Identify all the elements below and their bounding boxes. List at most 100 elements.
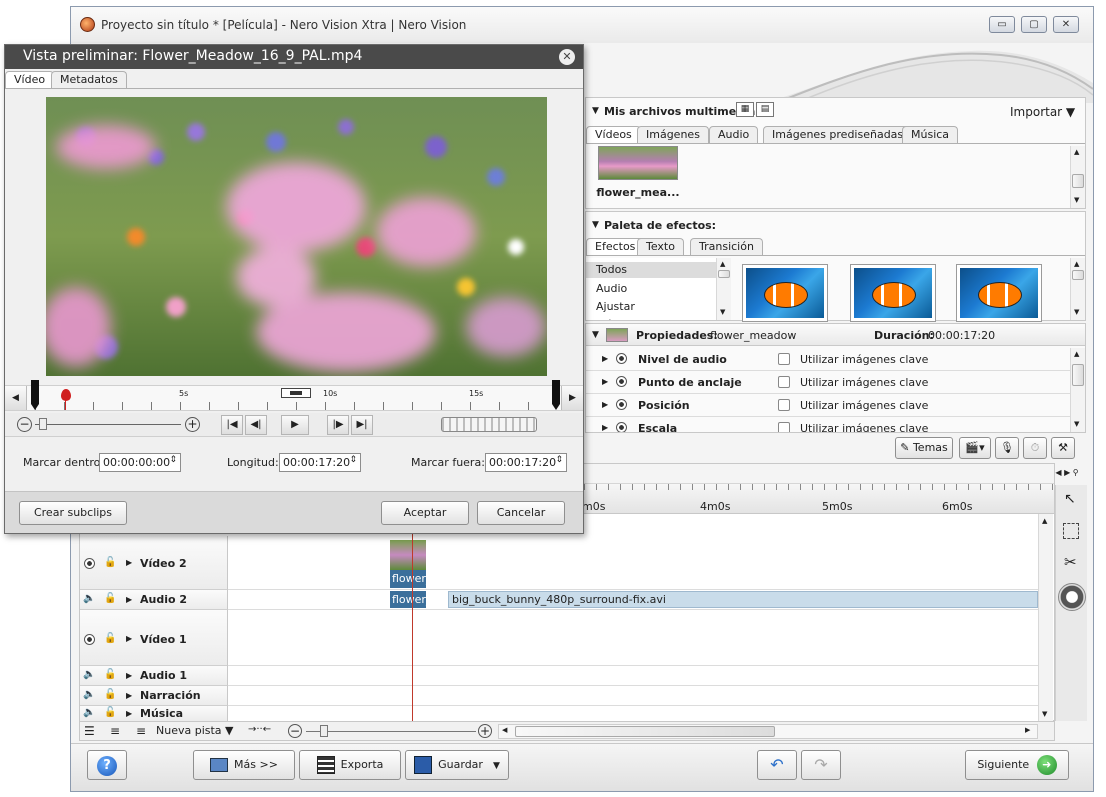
scrubber-bar[interactable]: ◀ ▶ 5s 10s 15s [5, 380, 583, 411]
jog-shuttle[interactable] [441, 417, 537, 432]
tab-videos[interactable]: Vídeos [586, 126, 641, 143]
scroll-thumb[interactable] [718, 270, 730, 278]
next-button[interactable]: Siguiente ➜ [965, 750, 1069, 780]
lock-icon[interactable]: 🔓 [104, 707, 116, 718]
ripple-tool-icon[interactable] [1058, 583, 1086, 611]
close-button[interactable]: ✕ [1053, 16, 1079, 33]
tab-effects[interactable]: Efectos [586, 238, 645, 255]
close-icon[interactable]: ✕ [559, 49, 575, 65]
zoom-out-icon[interactable]: − [288, 724, 302, 738]
media-scrollbar[interactable]: ▲ ▼ [1070, 146, 1085, 208]
play-button[interactable]: ▶ [281, 415, 309, 435]
more-button[interactable]: Más >> [193, 750, 295, 780]
property-row[interactable]: ▶ Escala Utilizar imágenes clave [586, 417, 1070, 432]
lock-icon[interactable]: 🔓 [104, 593, 116, 604]
tab-images[interactable]: Imágenes [637, 126, 709, 143]
video-clip-thumbnail[interactable] [390, 540, 426, 570]
track-header-audio2[interactable]: 🔈 🔓 ▶ Audio 2 [80, 590, 228, 610]
lock-icon[interactable]: 🔓 [104, 633, 116, 644]
length-field[interactable]: 00:00:17:20 ⇕ [279, 453, 361, 472]
keyframe-checkbox[interactable] [778, 399, 790, 411]
keyframe-checkbox[interactable] [778, 422, 790, 432]
track-lane-audio1[interactable] [228, 666, 1038, 686]
scroll-down-icon[interactable]: ▼ [1074, 196, 1079, 204]
grid-view-icon[interactable]: ▦ [736, 102, 754, 117]
effects-scrollbar[interactable]: ▲ ▼ [1070, 258, 1085, 320]
list-view-icon[interactable]: ▤ [756, 102, 774, 117]
zoom-in-icon[interactable]: + [185, 417, 200, 432]
media-item[interactable]: flower_mea... [596, 146, 680, 206]
track-size-medium-icon[interactable]: ≡ [110, 724, 120, 738]
expand-arrow-icon[interactable]: ▶ [602, 354, 608, 363]
keyframe-checkbox[interactable] [778, 353, 790, 365]
timeline-hscrollbar[interactable]: ◀ ▶ [498, 724, 1038, 739]
maximize-button[interactable]: ▢ [1021, 16, 1047, 33]
track-header-narration[interactable]: 🔈 🔓 ▶ Narración [80, 686, 228, 706]
scroll-down-icon[interactable]: ▼ [1074, 420, 1079, 428]
timeline-playhead[interactable] [412, 514, 413, 722]
lock-icon[interactable]: 🔓 [104, 689, 116, 700]
effect-thumbnail[interactable] [850, 264, 936, 322]
expand-arrow-icon[interactable]: ▶ [126, 558, 132, 567]
cancel-button[interactable]: Cancelar [477, 501, 565, 525]
category-scrollbar[interactable]: ▲ ▼ [716, 258, 731, 320]
keyframe-icon[interactable] [616, 422, 627, 432]
scroll-thumb[interactable] [1072, 174, 1084, 188]
microphone-button[interactable]: 🎙 [995, 437, 1019, 459]
import-dropdown[interactable]: Importar ▼ [1010, 105, 1075, 119]
select-tool-icon[interactable] [1063, 523, 1079, 539]
accept-button[interactable]: Aceptar [381, 501, 469, 525]
scroll-up-icon[interactable]: ▲ [1074, 148, 1079, 156]
expand-arrow-icon[interactable]: ▶ [126, 671, 132, 680]
eye-icon[interactable] [84, 558, 95, 569]
timer-button[interactable]: ⏱ [1023, 437, 1047, 459]
step-forward-button[interactable]: |▶ [327, 415, 349, 435]
new-track-dropdown[interactable]: Nueva pista ▼ [156, 724, 234, 737]
scissors-tool-icon[interactable]: ✂ [1064, 553, 1077, 571]
lock-icon[interactable]: 🔓 [104, 557, 116, 568]
spinner-icon[interactable]: ⇕ [169, 455, 177, 465]
preview-zoom-slider[interactable] [35, 424, 181, 425]
themes-button[interactable]: ✎ Temas [895, 437, 953, 459]
go-to-start-button[interactable]: |◀ [221, 415, 243, 435]
category-multi[interactable]: Múltiples diferencias [596, 318, 709, 320]
expand-arrow-icon[interactable]: ▶ [602, 400, 608, 409]
spinner-icon[interactable]: ⇕ [555, 455, 563, 465]
speaker-icon[interactable]: 🔈 [83, 669, 95, 680]
tab-clipart[interactable]: Imágenes prediseñadas [763, 126, 913, 143]
minimize-button[interactable]: ▭ [989, 16, 1015, 33]
track-header-video2[interactable]: 🔓 ▶ Vídeo 2 [80, 536, 228, 590]
preview-zoom-thumb[interactable] [39, 418, 47, 430]
collapse-arrow-icon[interactable]: ▼ [592, 330, 599, 340]
undo-button[interactable]: ↶ [757, 750, 797, 780]
help-button[interactable]: ? [87, 750, 127, 780]
keyframe-checkbox[interactable] [778, 376, 790, 388]
property-row[interactable]: ▶ Punto de anclaje Utilizar imágenes cla… [586, 371, 1070, 394]
category-audio[interactable]: Audio [596, 282, 627, 295]
scroll-up-icon[interactable]: ▲ [1074, 260, 1079, 268]
scroll-up-icon[interactable]: ▲ [1042, 517, 1047, 525]
zoom-slider[interactable] [306, 731, 476, 732]
timeline-scrollbar[interactable]: ▲ ▼ [1038, 514, 1053, 722]
expand-arrow-icon[interactable]: ▶ [602, 423, 608, 432]
scroll-thumb[interactable] [1072, 270, 1084, 280]
export-button[interactable]: Exporta [299, 750, 401, 780]
property-row[interactable]: ▶ Nivel de audio Utilizar imágenes clave [586, 348, 1070, 371]
category-adjust[interactable]: Ajustar [596, 300, 635, 313]
scroll-up-icon[interactable]: ▲ [720, 260, 725, 268]
save-button[interactable]: Guardar ▼ [405, 750, 509, 780]
track-size-small-icon[interactable]: ≡ [136, 724, 146, 738]
properties-scrollbar[interactable]: ▲ ▼ [1070, 348, 1085, 432]
video-clip[interactable]: flower_ [390, 570, 426, 588]
effect-thumbnail[interactable] [742, 264, 828, 322]
keyframe-icon[interactable] [616, 353, 627, 364]
mark-out-field[interactable]: 00:00:17:20 ⇕ [485, 453, 567, 472]
step-back-button[interactable]: ◀| [245, 415, 267, 435]
tab-transition[interactable]: Transición [690, 238, 763, 255]
audio-clip-long[interactable]: big_buck_bunny_480p_surround-fix.avi [448, 591, 1038, 608]
range-box[interactable] [281, 388, 311, 398]
scroll-left-icon[interactable]: ◀ [502, 726, 507, 734]
collapse-arrow-icon[interactable]: ▼ [592, 106, 599, 116]
speaker-icon[interactable]: 🔈 [83, 593, 95, 604]
expand-arrow-icon[interactable]: ▶ [126, 595, 132, 604]
